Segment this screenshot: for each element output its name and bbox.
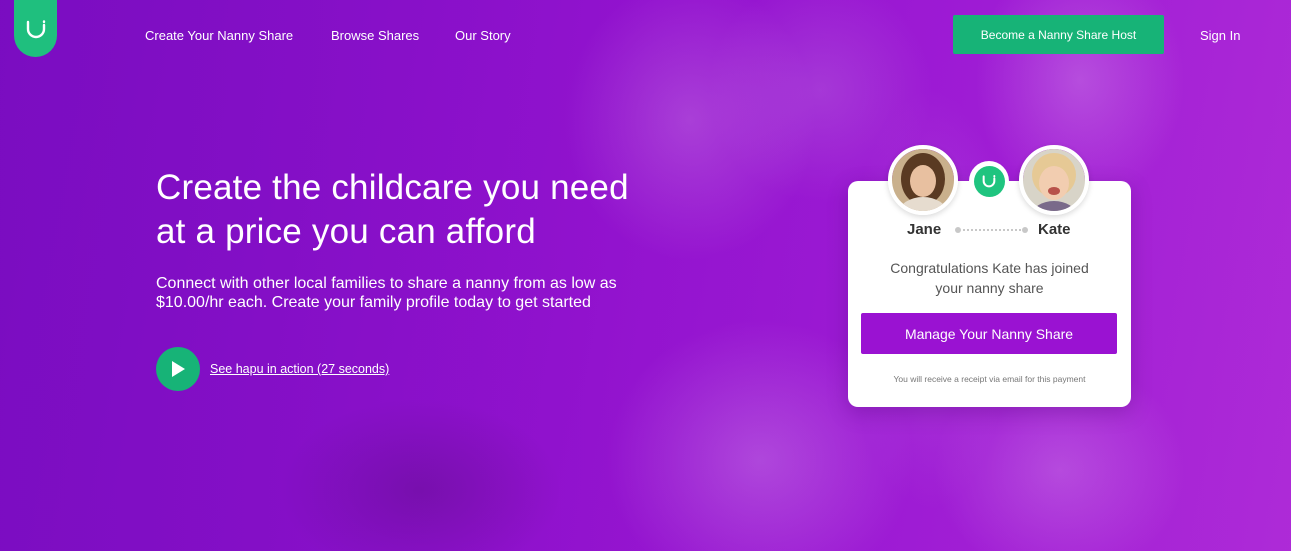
connection-line [955,227,1028,233]
hero-title-line1: Create the childcare you need [156,168,629,207]
receipt-note: You will receive a receipt via email for… [893,374,1086,384]
nav-our-story[interactable]: Our Story [455,28,511,43]
play-video-button[interactable] [156,347,200,391]
sign-in-link[interactable]: Sign In [1200,28,1240,43]
congrats-line2: your nanny share [935,280,1044,296]
hero-subtitle-line2: $10.00/hr each. Create your family profi… [156,294,591,311]
hero-title: Create the childcare you need at a price… [156,166,716,254]
hero-subtitle: Connect with other local families to sha… [156,274,676,312]
hero-title-line2: at a price you can afford [156,212,536,251]
avatar-kate [1019,145,1089,215]
nav-browse-shares[interactable]: Browse Shares [331,28,419,43]
manage-nanny-share-button[interactable]: Manage Your Nanny Share [861,313,1117,354]
congrats-line1: Congratulations Kate has joined [890,260,1089,276]
play-icon [172,361,185,377]
video-link[interactable]: See hapu in action (27 seconds) [210,362,389,376]
nav-create-nanny-share[interactable]: Create Your Nanny Share [145,28,293,43]
avatar-jane [888,145,958,215]
hero-subtitle-line1: Connect with other local families to sha… [156,275,617,292]
hapu-logo-icon[interactable] [14,0,57,57]
person-name-jane: Jane [907,221,942,238]
person-name-kate: Kate [1038,221,1071,238]
congratulations-message: Congratulations Kate has joined your nan… [848,258,1131,298]
hapu-mini-logo-icon [969,161,1009,201]
become-host-button[interactable]: Become a Nanny Share Host [953,15,1164,54]
